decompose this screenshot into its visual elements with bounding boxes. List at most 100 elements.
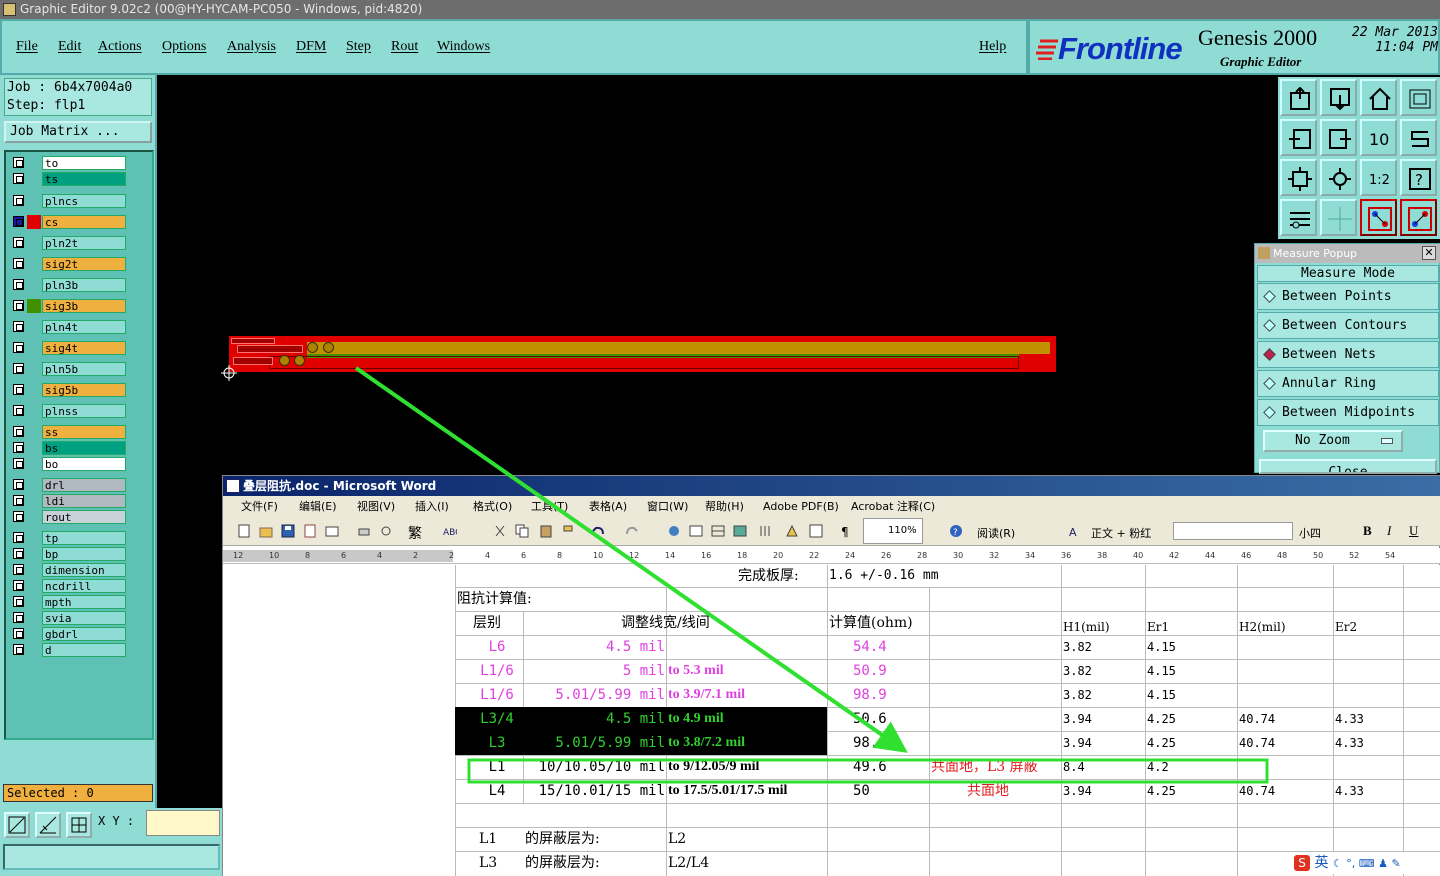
drawing-icon[interactable] (785, 524, 799, 538)
layer-checkbox[interactable] (13, 157, 24, 168)
styles-icon[interactable]: A (1069, 524, 1083, 538)
open-folder-icon[interactable] (259, 524, 273, 538)
pcb-board[interactable] (229, 336, 1056, 372)
new-doc-icon[interactable] (237, 524, 251, 538)
menu-options[interactable]: Options (162, 39, 206, 55)
menu-step[interactable]: Step (346, 39, 371, 55)
layer-checkbox[interactable] (13, 495, 24, 506)
pan-right-icon[interactable] (1320, 119, 1357, 156)
underline-icon[interactable]: U (1409, 523, 1418, 539)
pan-left-icon[interactable] (1280, 119, 1317, 156)
word-menu-help[interactable]: 帮助(H) (705, 496, 744, 518)
layer-name[interactable]: ncdrill (42, 579, 126, 593)
option-between-nets[interactable]: Between Nets (1257, 341, 1439, 368)
layer-name[interactable]: tp (42, 531, 126, 545)
layer-row-bs[interactable]: bs (9, 441, 127, 455)
email-icon[interactable] (325, 524, 339, 538)
layer-name[interactable]: sig2t (42, 257, 126, 271)
layer-row-pln2t[interactable]: pln2t (9, 236, 127, 250)
document-map-icon[interactable] (809, 524, 823, 538)
redo-icon[interactable] (625, 524, 639, 538)
word-menu-view[interactable]: 视图(V) (357, 496, 395, 518)
layer-name[interactable]: ss (42, 425, 126, 439)
bold-icon[interactable]: B (1363, 523, 1372, 539)
net-select-icon[interactable] (1400, 199, 1437, 236)
layer-name[interactable]: d (42, 643, 126, 657)
layer-name[interactable]: dimension (42, 563, 126, 577)
format-painter-icon[interactable] (561, 524, 575, 538)
layer-row-pln3b[interactable]: pln3b (9, 278, 127, 292)
option-between-contours[interactable]: Between Contours (1257, 312, 1439, 339)
layer-row-d[interactable]: d (9, 643, 127, 657)
layer-name[interactable]: sig5b (42, 383, 126, 397)
menu-edit[interactable]: Edit (58, 39, 81, 55)
read-mode-button[interactable]: 阅读(R) (977, 525, 1015, 541)
menu-analysis[interactable]: Analysis (227, 39, 276, 55)
layer-checkbox[interactable] (13, 564, 24, 575)
traditional-convert-icon[interactable]: 繁 (408, 523, 422, 543)
zoom-in-icon[interactable] (1280, 159, 1317, 196)
popup-close-icon[interactable]: ✕ (1422, 246, 1436, 260)
menu-dfm[interactable]: DFM (296, 39, 326, 55)
layer-row-sig2t[interactable]: sig2t (9, 257, 127, 271)
style-select[interactable]: 正文 + 粉红 (1091, 525, 1151, 541)
word-menu-table[interactable]: 表格(A) (589, 496, 627, 518)
word-menu-window[interactable]: 窗口(W) (647, 496, 688, 518)
layer-checkbox[interactable] (13, 644, 24, 655)
copy-icon[interactable] (515, 524, 529, 538)
menu-rout[interactable]: Rout (391, 39, 418, 55)
layer-name[interactable]: plncs (42, 194, 126, 208)
job-matrix-button[interactable]: Job Matrix ... (4, 121, 152, 143)
layer-checkbox[interactable] (13, 321, 24, 332)
layer-row-ncdrill[interactable]: ncdrill (9, 579, 127, 593)
layer-name[interactable]: cs (42, 215, 126, 229)
layer-name[interactable]: pln5b (42, 362, 126, 376)
layer-name[interactable]: rout (42, 510, 126, 524)
paste-icon[interactable] (539, 524, 553, 538)
layer-row-svia[interactable]: svia (9, 611, 127, 625)
menu-help[interactable]: Help (979, 39, 1006, 55)
tables-icon[interactable] (689, 524, 703, 538)
redraw-icon[interactable] (1400, 119, 1437, 156)
layer-checkbox[interactable] (13, 511, 24, 522)
layer-row-rout[interactable]: rout (9, 510, 127, 524)
print-preview-icon[interactable] (379, 524, 393, 538)
pan-up-icon[interactable] (1280, 79, 1317, 116)
layer-checkbox[interactable] (13, 442, 24, 453)
layer-row-sig3b[interactable]: sig3b (9, 299, 127, 313)
print-icon[interactable] (357, 524, 371, 538)
layer-row-bp[interactable]: bp (9, 547, 127, 561)
option-annular-ring[interactable]: Annular Ring (1257, 370, 1439, 397)
layer-row-pln5b[interactable]: pln5b (9, 362, 127, 376)
layer-name[interactable]: sig3b (42, 299, 126, 313)
layer-row-mpth[interactable]: mpth (9, 595, 127, 609)
word-menu-insert[interactable]: 插入(I) (415, 496, 449, 518)
option-between-midpoints[interactable]: Between Midpoints (1257, 399, 1439, 426)
zoom-tool-icon[interactable] (4, 812, 30, 838)
home-icon[interactable] (1360, 79, 1397, 116)
layer-row-ts[interactable]: ts (9, 172, 127, 186)
layer-checkbox[interactable] (13, 596, 24, 607)
layer-row-pln4t[interactable]: pln4t (9, 320, 127, 334)
xy-input[interactable] (146, 810, 220, 836)
zoom-fit-icon[interactable]: 10 (1360, 119, 1397, 156)
layer-row-bo[interactable]: bo (9, 457, 127, 471)
excel-icon[interactable] (733, 524, 747, 538)
zoom-select[interactable]: 110% (863, 518, 923, 544)
spelling-icon[interactable]: ABC (443, 524, 457, 538)
window-icon[interactable] (1400, 79, 1437, 116)
layer-row-drl[interactable]: drl (9, 478, 127, 492)
layer-checkbox[interactable] (13, 237, 24, 248)
layer-name[interactable]: svia (42, 611, 126, 625)
insert-table-icon[interactable] (711, 524, 725, 538)
layer-checkbox[interactable] (13, 532, 24, 543)
layer-checkbox[interactable] (13, 612, 24, 623)
zoom-out-icon[interactable] (1320, 159, 1357, 196)
layer-checkbox[interactable] (13, 580, 24, 591)
layer-name[interactable]: plnss (42, 404, 126, 418)
layer-checkbox[interactable] (13, 342, 24, 353)
net-highlight-icon[interactable] (1360, 199, 1397, 236)
layer-checkbox[interactable] (13, 173, 24, 184)
close-button[interactable]: Close (1259, 459, 1437, 474)
menu-file[interactable]: File (16, 39, 38, 55)
